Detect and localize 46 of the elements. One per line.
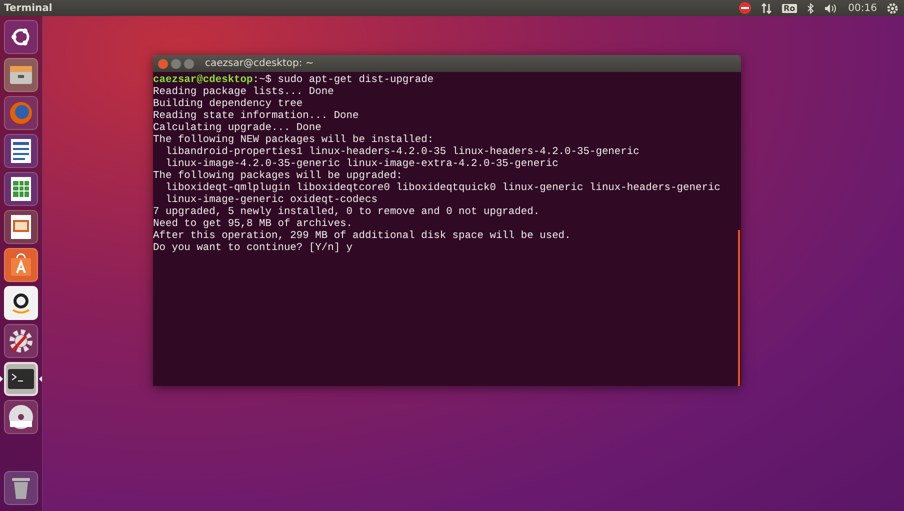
launcher-item[interactable]	[4, 134, 38, 168]
output-line: Reading state information... Done	[153, 110, 359, 122]
logo-icon	[10, 26, 32, 48]
output-line: Building dependency tree	[153, 98, 303, 110]
output-line: linux-image-generic oxideqt-codecs	[164, 194, 378, 206]
launcher-item[interactable]	[4, 362, 38, 396]
window-title: Terminal	[4, 2, 54, 14]
drawer-icon	[9, 64, 33, 86]
output-line: linux-image-4.2.0-35-generic linux-image-extra-4.2.0-35-generic	[164, 158, 558, 170]
output-line: The following NEW packages will be installed:	[153, 134, 434, 146]
spreadsheet-icon	[11, 177, 31, 201]
launcher-item[interactable]	[4, 248, 38, 282]
shopping-bag-icon	[10, 253, 32, 277]
output-line: 7 upgraded, 5 newly installed, 0 to remove and 0 not upgraded.	[153, 206, 540, 218]
bluetooth-icon[interactable]	[807, 2, 814, 14]
output-line: The following packages will be upgraded:	[153, 170, 402, 182]
launcher-item[interactable]	[4, 324, 38, 358]
document-icon	[11, 139, 31, 163]
window-title: caezsar@cdesktop: ~	[205, 58, 314, 69]
output-line: Calculating upgrade... Done	[153, 122, 322, 134]
launcher-item[interactable]	[4, 210, 38, 244]
output-line: After this operation, 299 MB of additional disk space will be used.	[153, 230, 571, 242]
disc-icon	[8, 404, 34, 430]
globe-icon	[9, 101, 33, 125]
command-line: caezsar@cdesktop:~$ sudo apt-get dist-upgrade	[153, 74, 434, 86]
launcher-item[interactable]	[4, 172, 38, 206]
output-line: liboxideqt-qmlplugin liboxideqtcore0 liboxideqtquick0 linux-generic linux-headers-generic	[164, 182, 720, 194]
presentation-icon	[11, 215, 31, 239]
clock[interactable]: 00:16	[848, 2, 877, 14]
transfer-arrows-icon[interactable]	[760, 2, 772, 14]
volume-icon[interactable]	[824, 2, 838, 14]
do-not-disturb-icon[interactable]	[738, 2, 751, 14]
scrollbar[interactable]	[738, 230, 740, 386]
launcher-item[interactable]	[4, 20, 38, 54]
output-line: Reading package lists... Done	[153, 86, 334, 98]
output-line: libandroid-properties1 linux-headers-4.2.0-35 linux-headers-4.2.0-35-generic	[164, 146, 640, 158]
terminal-icon	[8, 369, 34, 389]
keyboard-layout-indicator[interactable]: Ro	[782, 4, 798, 12]
launcher-item[interactable]	[4, 400, 38, 434]
gear-wrench-icon	[8, 328, 34, 354]
trash-icon	[11, 476, 31, 500]
output-line: Do you want to continue? [Y/n] y	[153, 242, 353, 254]
output-line: Need to get 95,8 MB of archives.	[153, 218, 353, 230]
close-button[interactable]	[158, 58, 168, 68]
settings-icon[interactable]	[887, 2, 898, 14]
launcher-item[interactable]	[4, 286, 38, 320]
